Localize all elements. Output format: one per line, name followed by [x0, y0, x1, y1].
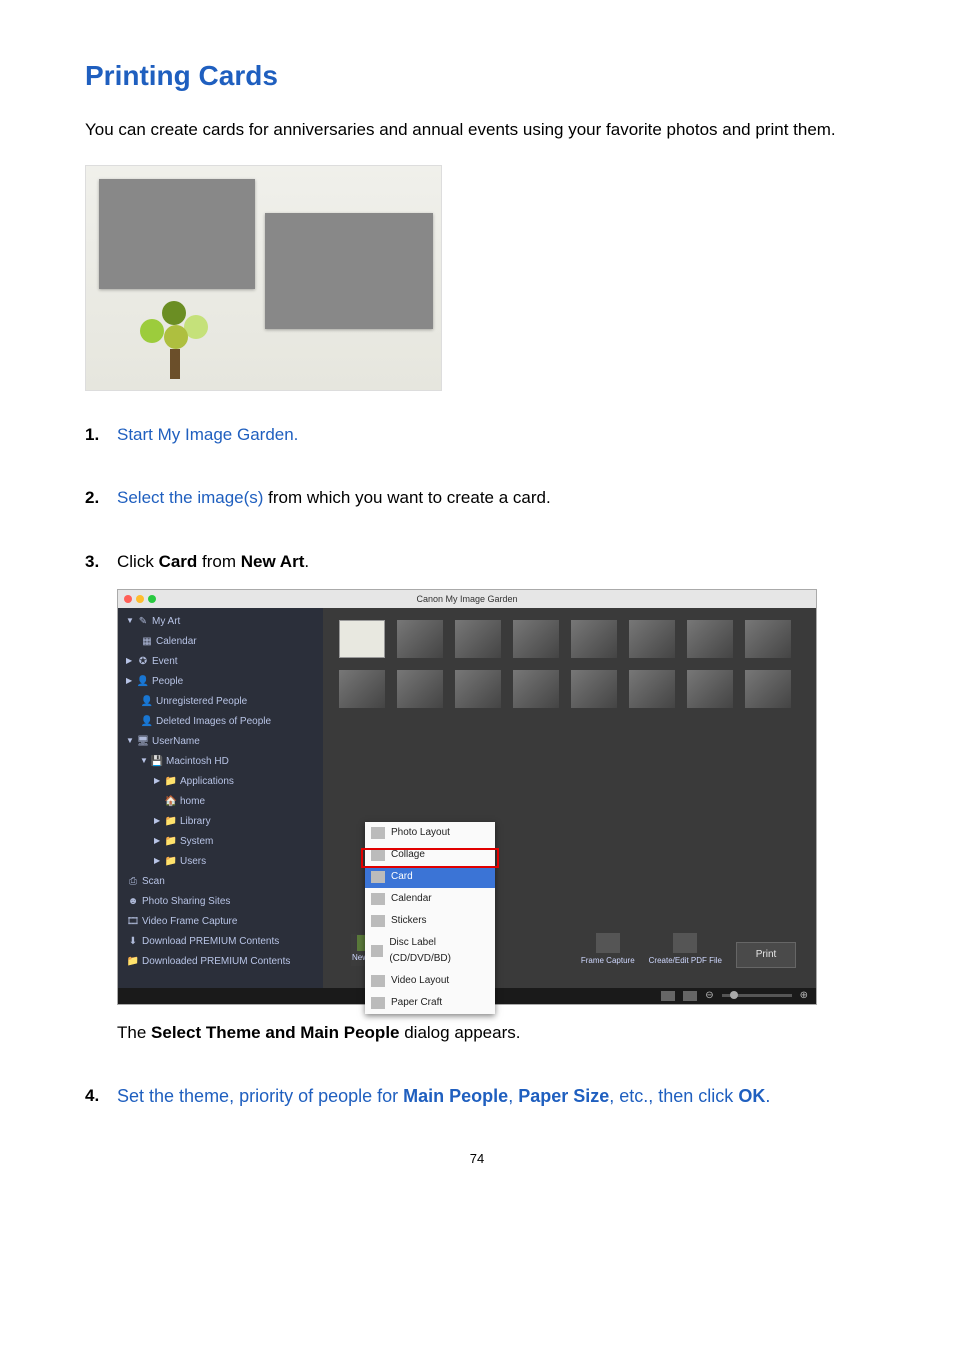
menu-item-stickers[interactable]: Stickers	[365, 910, 495, 932]
zoom-slider[interactable]	[722, 994, 792, 997]
thumbnail[interactable]	[339, 620, 385, 658]
step-1: Start My Image Garden.	[85, 421, 869, 448]
thumbnail[interactable]	[339, 670, 385, 708]
sidebar-item-downloaded-premium[interactable]: 📁Downloaded PREMIUM Contents	[118, 952, 323, 972]
minimize-icon[interactable]	[136, 595, 144, 603]
thumbnail[interactable]	[571, 670, 617, 708]
sidebar-item-event[interactable]: ▶✪Event	[118, 652, 323, 672]
step4-c[interactable]: ,	[508, 1086, 518, 1106]
sidebar-item-myart[interactable]: ▼✎My Art	[118, 612, 323, 632]
page-number: 74	[85, 1151, 869, 1166]
step3-pre: Click	[117, 552, 159, 571]
sidebar-item-users[interactable]: ▶📁Users	[118, 852, 323, 872]
frame-capture-icon	[596, 933, 620, 953]
sidebar-item-calendar[interactable]: ▦Calendar	[118, 632, 323, 652]
menu-item-collage[interactable]: Collage	[365, 844, 495, 866]
intro-paragraph: You can create cards for anniversaries a…	[85, 116, 869, 143]
menu-item-video-layout[interactable]: Video Layout	[365, 970, 495, 992]
zoom-in-icon[interactable]: ⊕	[800, 988, 808, 1004]
step3-post: .	[304, 552, 309, 571]
sample-photo-1	[99, 179, 255, 289]
step3-result: The Select Theme and Main People dialog …	[117, 1019, 869, 1046]
sidebar-item-people[interactable]: ▶👤People	[118, 672, 323, 692]
create-edit-pdf-button[interactable]: Create/Edit PDF File	[649, 933, 722, 968]
app-screenshot: Canon My Image Garden ▼✎My Art ▦Calendar…	[117, 589, 817, 1005]
step4-e[interactable]: .	[765, 1086, 770, 1106]
step4-ok[interactable]: OK	[738, 1086, 765, 1106]
menu-item-calendar[interactable]: Calendar	[365, 888, 495, 910]
sidebar-item-system[interactable]: ▶📁System	[118, 832, 323, 852]
step-3: Click Card from New Art. Canon My Image …	[85, 548, 869, 1046]
step4-d[interactable]: , etc., then click	[609, 1086, 738, 1106]
window-title: Canon My Image Garden	[416, 592, 517, 606]
view-mode-icon[interactable]	[683, 991, 697, 1001]
sidebar-item-applications[interactable]: ▶📁Applications	[118, 772, 323, 792]
sidebar-item-library[interactable]: ▶📁Library	[118, 812, 323, 832]
menu-item-photo-layout[interactable]: Photo Layout	[365, 822, 495, 844]
frame-capture-button[interactable]: Frame Capture	[581, 933, 635, 968]
new-art-menu: Photo Layout Collage Card Calendar Stick…	[365, 822, 495, 1014]
thumbnail[interactable]	[745, 620, 791, 658]
sidebar-item-sharing[interactable]: ☻Photo Sharing Sites	[118, 892, 323, 912]
close-icon[interactable]	[124, 595, 132, 603]
page-title: Printing Cards	[85, 60, 869, 92]
sidebar-item-username[interactable]: ▼🖥UserName	[118, 732, 323, 752]
thumbnail[interactable]	[397, 670, 443, 708]
step3-card-bold: Card	[159, 552, 198, 571]
thumbnail[interactable]	[629, 670, 675, 708]
view-mode-icon[interactable]	[661, 991, 675, 1001]
step-2: Select the image(s) from which you want …	[85, 484, 869, 511]
sidebar-item-unregistered[interactable]: 👤Unregistered People	[118, 692, 323, 712]
zoom-out-icon[interactable]: ⊖	[705, 988, 713, 1004]
thumbnail[interactable]	[629, 620, 675, 658]
thumbnail[interactable]	[745, 670, 791, 708]
thumbnail[interactable]	[397, 620, 443, 658]
print-button[interactable]: Print	[736, 942, 796, 968]
tree-decoration	[140, 299, 210, 379]
thumbnail[interactable]	[687, 620, 733, 658]
thumbnail[interactable]	[455, 670, 501, 708]
step2-rest: from which you want to create a card.	[263, 488, 550, 507]
zoom-icon[interactable]	[148, 595, 156, 603]
sidebar-item-home[interactable]: 🏠home	[118, 792, 323, 812]
thumbnail-grid	[323, 608, 816, 720]
steps-list: Start My Image Garden. Select the image(…	[85, 421, 869, 1111]
thumbnail[interactable]	[455, 620, 501, 658]
sidebar-item-scan[interactable]: ⎙Scan	[118, 872, 323, 892]
hero-card-sample	[85, 165, 442, 391]
menu-item-disc-label[interactable]: Disc Label (CD/DVD/BD)	[365, 932, 495, 970]
step3-newart-bold: New Art	[241, 552, 305, 571]
sidebar-item-mac[interactable]: ▼💾Macintosh HD	[118, 752, 323, 772]
sidebar-item-deleted[interactable]: 👤Deleted Images of People	[118, 712, 323, 732]
thumbnail[interactable]	[571, 620, 617, 658]
thumbnail[interactable]	[513, 670, 559, 708]
step-4: Set the theme, priority of people for Ma…	[85, 1082, 869, 1111]
step3-mid: from	[197, 552, 240, 571]
menu-item-card[interactable]: Card	[365, 866, 495, 888]
sample-photo-2	[265, 213, 433, 329]
thumbnail[interactable]	[687, 670, 733, 708]
step4-link-a[interactable]: Set the theme, priority of people for	[117, 1086, 403, 1106]
main-panel: New Art Photo Layout Collage Card Calend…	[323, 608, 816, 988]
window-titlebar: Canon My Image Garden	[118, 590, 816, 608]
pdf-icon	[673, 933, 697, 953]
step4-main-people[interactable]: Main People	[403, 1086, 508, 1106]
thumbnail[interactable]	[513, 620, 559, 658]
menu-item-paper-craft[interactable]: Paper Craft	[365, 992, 495, 1014]
sidebar-item-video-frame[interactable]: 🎞Video Frame Capture	[118, 912, 323, 932]
sidebar: ▼✎My Art ▦Calendar ▶✪Event ▶👤People 👤Unr…	[118, 608, 323, 988]
step2-link[interactable]: Select the image(s)	[117, 488, 263, 507]
sidebar-item-download-premium[interactable]: ⬇Download PREMIUM Contents	[118, 932, 323, 952]
step1-link[interactable]: Start My Image Garden.	[117, 425, 298, 444]
step4-paper-size[interactable]: Paper Size	[518, 1086, 609, 1106]
